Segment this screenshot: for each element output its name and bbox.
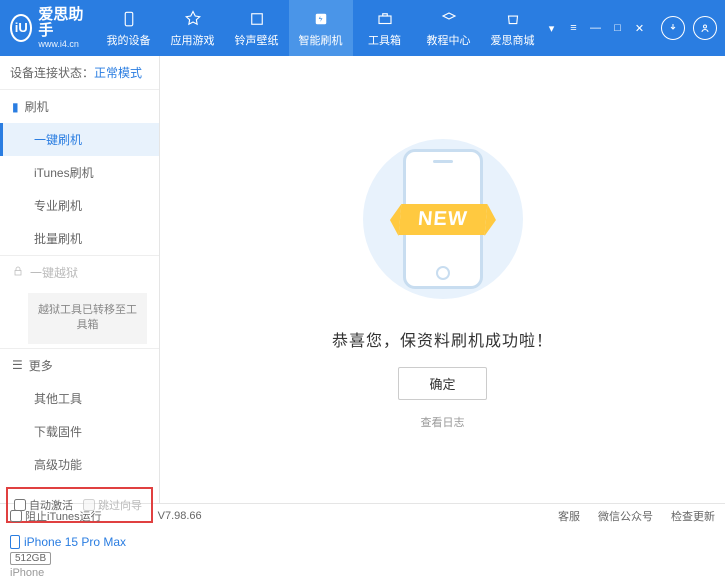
app-name: 爱思助手 (38, 7, 84, 40)
sidebar: 设备连接状态：正常模式 ▮ 刷机 一键刷机 iTunes刷机 专业刷机 批量刷机… (0, 56, 160, 503)
nav-ringtone[interactable]: 铃声壁纸 (225, 0, 289, 56)
device-info: iPhone 15 Pro Max 512GB iPhone (0, 529, 159, 585)
nav-tutorial[interactable]: 教程中心 (417, 0, 481, 56)
view-log-link[interactable]: 查看日志 (421, 414, 465, 430)
block-itunes-checkbox[interactable]: 阻止iTunes运行 (10, 508, 102, 524)
app-header: iU 爱思助手 www.i4.cn 我的设备 应用游戏 铃声壁纸 智能刷机 工具… (0, 0, 725, 56)
lock-icon (12, 265, 24, 280)
nav-my-device[interactable]: 我的设备 (97, 0, 161, 56)
sidebar-item-itunes[interactable]: iTunes刷机 (0, 156, 159, 189)
phone-icon (119, 9, 139, 29)
flash-icon (311, 9, 331, 29)
footer-service[interactable]: 客服 (558, 508, 580, 524)
version-label: V7.98.66 (158, 510, 202, 522)
connection-status: 设备连接状态：正常模式 (0, 56, 159, 90)
success-illustration: NEW (353, 129, 533, 309)
sidebar-item-batch[interactable]: 批量刷机 (0, 222, 159, 255)
device-type: iPhone (10, 567, 149, 579)
app-url: www.i4.cn (38, 40, 84, 50)
device-storage: 512GB (10, 552, 51, 565)
jailbreak-tip: 越狱工具已转移至工具箱 (28, 293, 147, 344)
nav-toolbox[interactable]: 工具箱 (353, 0, 417, 56)
sidebar-section-flash[interactable]: ▮ 刷机 (0, 90, 159, 123)
mall-icon (503, 9, 523, 29)
device-name[interactable]: iPhone 15 Pro Max (10, 535, 149, 549)
download-button[interactable] (661, 16, 685, 40)
sidebar-item-advanced[interactable]: 高级功能 (0, 448, 159, 481)
maximize-icon[interactable]: □ (611, 22, 625, 35)
menu-icon[interactable]: ▾ (545, 22, 559, 35)
tutorial-icon (439, 9, 459, 29)
more-icon: ☰ (12, 358, 23, 372)
settings-icon-small[interactable]: ≡ (567, 22, 581, 35)
nav-smart-flash[interactable]: 智能刷机 (289, 0, 353, 56)
flash-section-icon: ▮ (12, 100, 19, 114)
sidebar-section-jailbreak[interactable]: 一键越狱 (0, 255, 159, 289)
device-phone-icon (10, 535, 20, 549)
success-message: 恭喜您，保资料刷机成功啦！ (332, 327, 553, 351)
sidebar-item-onekey[interactable]: 一键刷机 (0, 123, 159, 156)
apps-icon (183, 9, 203, 29)
nav-apps[interactable]: 应用游戏 (161, 0, 225, 56)
user-button[interactable] (693, 16, 717, 40)
sidebar-item-pro[interactable]: 专业刷机 (0, 189, 159, 222)
main-content: NEW 恭喜您，保资料刷机成功啦！ 确定 查看日志 (160, 56, 725, 503)
logo-area: iU 爱思助手 www.i4.cn (10, 7, 97, 50)
ok-button[interactable]: 确定 (398, 367, 486, 400)
minimize-icon[interactable]: — (589, 22, 603, 35)
logo-icon: iU (10, 14, 32, 42)
sidebar-section-more[interactable]: ☰ 更多 (0, 348, 159, 382)
sidebar-item-other-tools[interactable]: 其他工具 (0, 382, 159, 415)
footer-wechat[interactable]: 微信公众号 (598, 508, 653, 524)
footer-update[interactable]: 检查更新 (671, 508, 715, 524)
new-badge: NEW (398, 204, 486, 235)
sidebar-item-download-fw[interactable]: 下载固件 (0, 415, 159, 448)
toolbox-icon (375, 9, 395, 29)
ringtone-icon (247, 9, 267, 29)
window-controls: ▾ ≡ — □ ✕ (545, 22, 647, 35)
close-icon[interactable]: ✕ (633, 22, 647, 35)
main-nav: 我的设备 应用游戏 铃声壁纸 智能刷机 工具箱 教程中心 爱思商城 (97, 0, 545, 56)
nav-mall[interactable]: 爱思商城 (481, 0, 545, 56)
